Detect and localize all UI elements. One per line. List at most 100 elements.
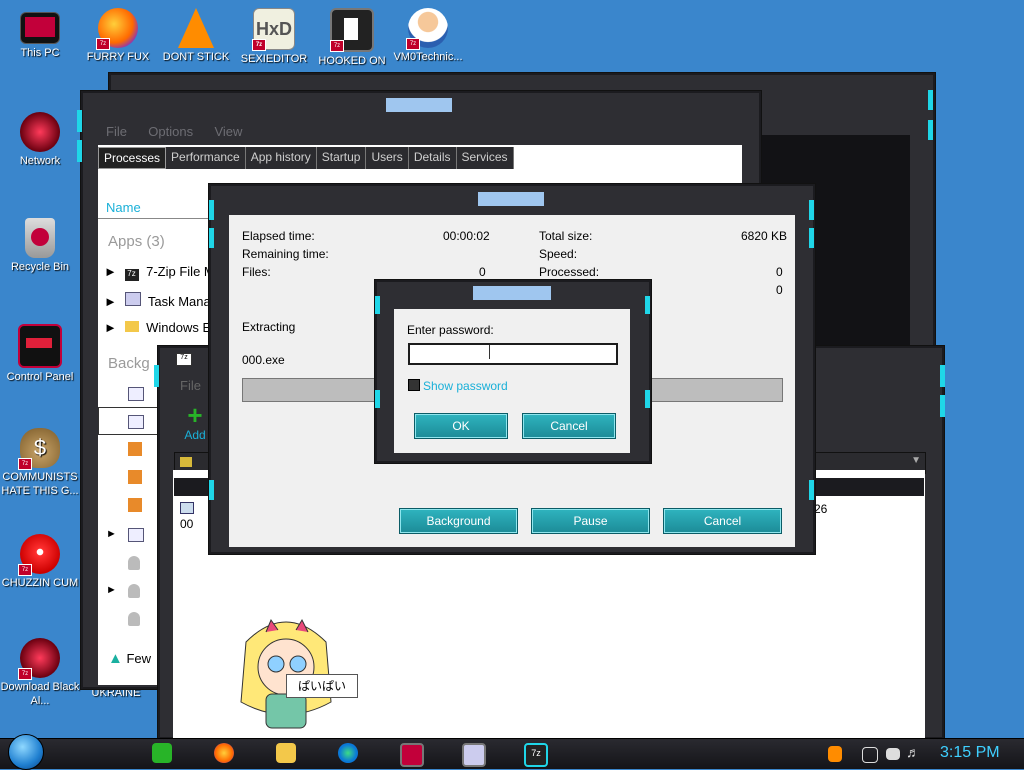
process-name: 7-Zip File M <box>146 264 215 279</box>
vm0technic-icon[interactable]: 7z VM0Technic... <box>388 4 468 64</box>
task-manager-tabs: Processes Performance App history Startu… <box>98 147 514 169</box>
icon-label: VM0Technic... <box>393 51 463 63</box>
vlc-tray-icon[interactable] <box>828 746 842 762</box>
process-list-icons: ► ► <box>98 385 158 635</box>
pause-button[interactable]: Pause <box>531 508 650 534</box>
dont-stick-icon[interactable]: DONT STICK <box>156 4 236 64</box>
menu-file[interactable]: File <box>106 124 127 139</box>
cancel-extract-button[interactable]: Cancel <box>663 508 782 534</box>
control-panel-icon[interactable]: Control Panel <box>0 320 80 384</box>
chevron-right-icon: ► <box>104 294 117 309</box>
window-accent <box>77 140 82 162</box>
chat-icon[interactable] <box>152 743 172 763</box>
speech-bubble: ぱいぱい <box>286 674 358 698</box>
network-tray-icon[interactable] <box>862 747 878 763</box>
icon-label: DONT STICK <box>162 51 230 63</box>
fm-menu-file[interactable]: File <box>180 378 201 393</box>
fewer-details-link[interactable]: ▲ Few <box>108 650 151 667</box>
task-manager-menu: File Options View <box>98 122 742 142</box>
chuzzin-cum-icon[interactable]: 7z CHUZZIN CUM <box>0 530 80 590</box>
tab-services[interactable]: Services <box>456 147 514 169</box>
download-black-icon[interactable]: 7z Download Black Al... <box>0 634 80 708</box>
file-explorer-icon[interactable] <box>276 743 296 763</box>
taskbar-7zip-icon[interactable]: 7z <box>524 743 548 767</box>
files-value: 0 <box>479 265 486 279</box>
edge-icon[interactable] <box>338 743 358 763</box>
arrow-up-icon: ▲ <box>108 650 123 667</box>
cancel-button[interactable]: Cancel <box>522 413 616 439</box>
folder-up-icon <box>180 457 192 467</box>
hooked-on-icon[interactable]: 7z HOOKED ON <box>312 4 392 68</box>
window-accent <box>940 395 945 417</box>
icon-label: COMMUNISTS HATE THIS G... <box>1 471 79 497</box>
total-size-label: Total size: <box>539 229 593 243</box>
background-button[interactable]: Background <box>399 508 518 534</box>
show-password-label[interactable]: Show password <box>423 379 508 393</box>
window-accent <box>940 365 945 387</box>
process-row[interactable]: ► 7z 7-Zip File M <box>104 264 215 281</box>
task-manager-icon <box>124 292 141 306</box>
elapsed-label: Elapsed time: <box>242 229 315 243</box>
tab-users[interactable]: Users <box>366 147 409 169</box>
apps-group-header: Apps (3) <box>108 233 165 250</box>
add-button[interactable]: + Add <box>180 402 210 446</box>
taskbar-app-red-icon[interactable] <box>400 743 424 767</box>
tab-startup[interactable]: Startup <box>316 147 367 169</box>
total-size-value: 6820 KB <box>741 229 788 243</box>
header-divider <box>98 218 210 219</box>
tab-processes[interactable]: Processes <box>98 147 167 169</box>
file-row[interactable]: 00 <box>180 502 210 531</box>
furry-fux-icon[interactable]: 7z FURRY FUX <box>78 4 158 64</box>
firefox-icon[interactable] <box>214 743 234 763</box>
icon-label: Download Black Al... <box>0 681 80 707</box>
status-text: Extracting <box>242 320 296 334</box>
tab-performance[interactable]: Performance <box>166 147 246 169</box>
process-name: Windows Ex <box>146 320 218 335</box>
communists-icon[interactable]: $7z COMMUNISTS HATE THIS G... <box>0 424 80 498</box>
taskbar-task-manager-icon[interactable] <box>462 743 486 767</box>
recycle-bin-icon[interactable]: Recycle Bin <box>0 214 80 274</box>
add-label: Add <box>184 428 206 442</box>
password-title <box>473 286 551 300</box>
background-group-header: Backg <box>108 355 150 372</box>
taskbar-clock[interactable]: 3:15 PM <box>940 744 1000 762</box>
window-accent <box>809 480 814 500</box>
file-name: 00 <box>180 517 194 531</box>
tab-app-history[interactable]: App history <box>245 147 317 169</box>
this-pc-icon[interactable]: This PC <box>0 4 80 60</box>
sexieditor-icon[interactable]: HxD 7z SEXIEDITOR <box>234 4 314 66</box>
window-accent <box>928 90 933 110</box>
chevron-right-icon: ► <box>104 264 117 279</box>
column-name-header[interactable]: Name <box>106 200 141 215</box>
window-accent <box>928 120 933 140</box>
speed-label: Speed: <box>539 247 578 261</box>
cartoon-sticker <box>236 612 336 732</box>
window-accent <box>809 228 814 248</box>
show-password-checkbox[interactable] <box>408 379 420 391</box>
current-filename: 000.exe <box>242 353 285 367</box>
start-button[interactable] <box>8 734 44 770</box>
tab-details[interactable]: Details <box>408 147 457 169</box>
menu-options[interactable]: Options <box>148 124 193 139</box>
window-accent <box>77 110 82 132</box>
elapsed-value: 00:00:02 <box>443 229 490 243</box>
window-accent <box>209 480 214 500</box>
task-manager-title <box>386 98 452 112</box>
remaining-label: Remaining time: <box>242 247 329 261</box>
process-row[interactable]: ► Task Manag <box>104 292 218 309</box>
text-cursor-icon <box>489 345 490 359</box>
network-icon[interactable]: Network <box>0 108 80 168</box>
icon-label: Control Panel <box>6 371 74 383</box>
plus-icon: + <box>187 400 203 430</box>
window-accent <box>375 390 380 408</box>
monitor-tray-icon[interactable] <box>886 748 900 760</box>
volume-icon[interactable]: ♬ <box>906 744 920 760</box>
password-input[interactable] <box>408 343 618 365</box>
process-row[interactable]: ► Windows Ex <box>104 320 218 335</box>
icon-label: Network <box>19 155 61 167</box>
window-accent <box>645 390 650 408</box>
ok-button[interactable]: OK <box>414 413 508 439</box>
icon-label: This PC <box>20 47 60 59</box>
menu-view[interactable]: View <box>214 124 242 139</box>
chevron-right-icon: ► <box>104 320 117 335</box>
